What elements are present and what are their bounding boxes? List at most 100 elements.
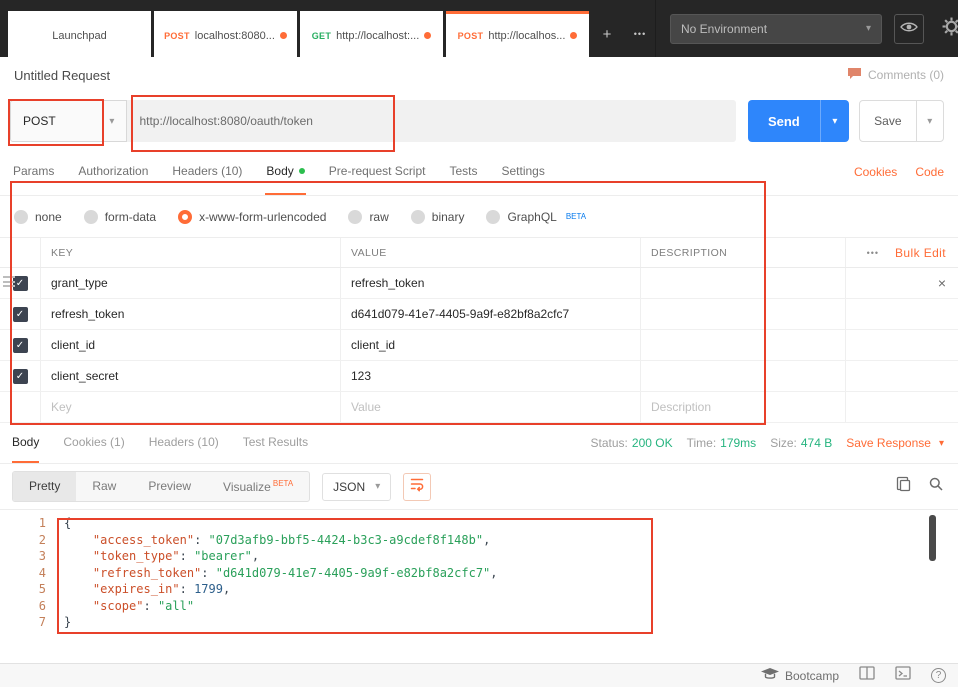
bodytype-raw[interactable]: raw — [348, 210, 388, 224]
save-button-group: Save ▾ — [859, 100, 944, 142]
response-tab-test-results[interactable]: Test Results — [243, 423, 308, 463]
delete-row-icon[interactable]: × — [938, 275, 946, 291]
request-title-row: Untitled Request Comments (0) — [0, 57, 958, 93]
tab-request-3-active[interactable]: POST http://localhos... — [446, 11, 589, 57]
new-tab-button[interactable]: + — [592, 11, 622, 57]
tab-launchpad[interactable]: Launchpad — [8, 11, 151, 57]
gear-icon — [942, 17, 958, 41]
method-value: POST — [23, 114, 56, 128]
radio-label: x-www-form-urlencoded — [199, 210, 326, 224]
radio-checked-icon — [178, 210, 192, 224]
table-row-empty: Key Value Description — [0, 392, 958, 423]
bootcamp-button[interactable]: Bootcamp — [761, 668, 839, 684]
row-checkbox[interactable]: ✓ — [13, 369, 28, 384]
eye-icon — [900, 20, 918, 38]
panels-button[interactable] — [859, 666, 875, 685]
response-tab-body[interactable]: Body — [12, 423, 39, 463]
environment-preview-button[interactable] — [894, 14, 924, 44]
code-line: "expires_in": 1799, — [64, 581, 498, 598]
row-key[interactable]: refresh_token — [40, 299, 340, 329]
bodytype-none[interactable]: none — [14, 210, 62, 224]
tab-request-1[interactable]: POST localhost:8080... — [154, 11, 297, 57]
tab-tests[interactable]: Tests — [448, 149, 478, 195]
row-description[interactable] — [640, 268, 845, 298]
save-options-button[interactable]: ▾ — [916, 101, 944, 141]
tab-label: Body — [266, 164, 293, 178]
table-more-button[interactable]: ••• — [867, 248, 879, 258]
wrap-text-icon — [409, 476, 425, 497]
console-button[interactable] — [895, 666, 911, 685]
row-key[interactable]: client_secret — [40, 361, 340, 391]
row-key[interactable]: client_id — [40, 330, 340, 360]
response-tab-cookies[interactable]: Cookies (1) — [63, 423, 124, 463]
response-format-select[interactable]: JSON ▾ — [322, 473, 391, 501]
tab-settings[interactable]: Settings — [501, 149, 546, 195]
send-button-group: Send ▾ — [748, 100, 849, 142]
row-description[interactable] — [640, 361, 845, 391]
tab-label: Tests — [449, 164, 477, 178]
comments-button[interactable]: Comments (0) — [847, 67, 944, 83]
view-preview[interactable]: Preview — [132, 472, 207, 501]
help-icon[interactable]: ? — [931, 668, 946, 683]
send-options-button[interactable]: ▾ — [820, 100, 849, 142]
tab-headers[interactable]: Headers (10) — [171, 149, 243, 195]
url-input[interactable]: http://localhost:8080/oauth/token — [127, 100, 736, 142]
bootcamp-label: Bootcamp — [785, 669, 839, 683]
graphql-beta-badge: BETA — [566, 212, 586, 221]
unsaved-dot-icon — [570, 32, 577, 39]
view-raw[interactable]: Raw — [76, 472, 132, 501]
description-placeholder[interactable]: Description — [640, 392, 845, 422]
copy-response-button[interactable] — [896, 476, 912, 497]
settings-button[interactable] — [936, 14, 958, 44]
send-button[interactable]: Send — [748, 100, 820, 142]
workspace-tabs: Launchpad POST localhost:8080... GET htt… — [0, 11, 655, 57]
tab-pre-request-script[interactable]: Pre-request Script — [328, 149, 427, 195]
response-tab-headers[interactable]: Headers (10) — [149, 423, 219, 463]
comment-bubble-icon — [847, 67, 862, 83]
status-bar: Bootcamp ? — [0, 663, 958, 687]
more-tabs-button[interactable]: ••• — [625, 11, 655, 57]
row-value[interactable]: 123 — [340, 361, 640, 391]
row-key[interactable]: grant_type — [40, 268, 340, 298]
key-placeholder[interactable]: Key — [40, 392, 340, 422]
tab-label: http://localhos... — [488, 30, 565, 42]
environment-select[interactable]: No Environment ▾ — [670, 14, 882, 44]
search-response-button[interactable] — [928, 476, 944, 497]
row-description[interactable] — [640, 330, 845, 360]
radio-label: raw — [369, 210, 388, 224]
response-toolbar: Pretty Raw Preview VisualizeBETA JSON ▾ — [0, 464, 958, 510]
tab-params[interactable]: Params — [12, 149, 55, 195]
radio-label: form-data — [105, 210, 156, 224]
method-select[interactable]: POST ▾ — [10, 100, 127, 142]
bodytype-binary[interactable]: binary — [411, 210, 465, 224]
save-response-button[interactable]: Save Response ▾ — [846, 436, 944, 450]
row-value[interactable]: refresh_token — [340, 268, 640, 298]
row-checkbox[interactable]: ✓ — [13, 307, 28, 322]
bodytype-form-data[interactable]: form-data — [84, 210, 156, 224]
view-visualize[interactable]: VisualizeBETA — [207, 472, 309, 501]
row-value[interactable]: d641d079-41e7-4405-9a9f-e82bf8a2cfc7 — [340, 299, 640, 329]
scrollbar-thumb[interactable] — [929, 515, 936, 561]
chevron-down-icon: ▾ — [375, 481, 380, 492]
url-value: http://localhost:8080/oauth/token — [139, 114, 312, 128]
code-link[interactable]: Code — [915, 165, 944, 179]
code-line: "refresh_token": "d641d079-41e7-4405-9a9… — [64, 565, 498, 582]
drag-handle-icon[interactable] — [3, 276, 15, 287]
wrap-lines-button[interactable] — [403, 473, 431, 501]
row-description[interactable] — [640, 299, 845, 329]
row-value[interactable]: client_id — [340, 330, 640, 360]
tab-label: Params — [13, 164, 54, 178]
row-checkbox[interactable]: ✓ — [13, 338, 28, 353]
tab-request-2[interactable]: GET http://localhost:... — [300, 11, 443, 57]
bodytype-x-www-form-urlencoded[interactable]: x-www-form-urlencoded — [178, 210, 326, 224]
bulk-edit-link[interactable]: Bulk Edit — [895, 246, 946, 260]
bodytype-graphql[interactable]: GraphQLBETA — [486, 210, 586, 224]
tab-body[interactable]: Body — [265, 149, 305, 195]
response-body-viewer[interactable]: 1234567 { "access_token": "07d3afb9-bbf5… — [0, 510, 958, 661]
cookies-link[interactable]: Cookies — [854, 165, 897, 179]
save-button[interactable]: Save — [860, 101, 915, 141]
tab-authorization[interactable]: Authorization — [77, 149, 149, 195]
view-pretty[interactable]: Pretty — [13, 472, 76, 501]
value-placeholder[interactable]: Value — [340, 392, 640, 422]
tab-label: Headers (10) — [172, 164, 242, 178]
